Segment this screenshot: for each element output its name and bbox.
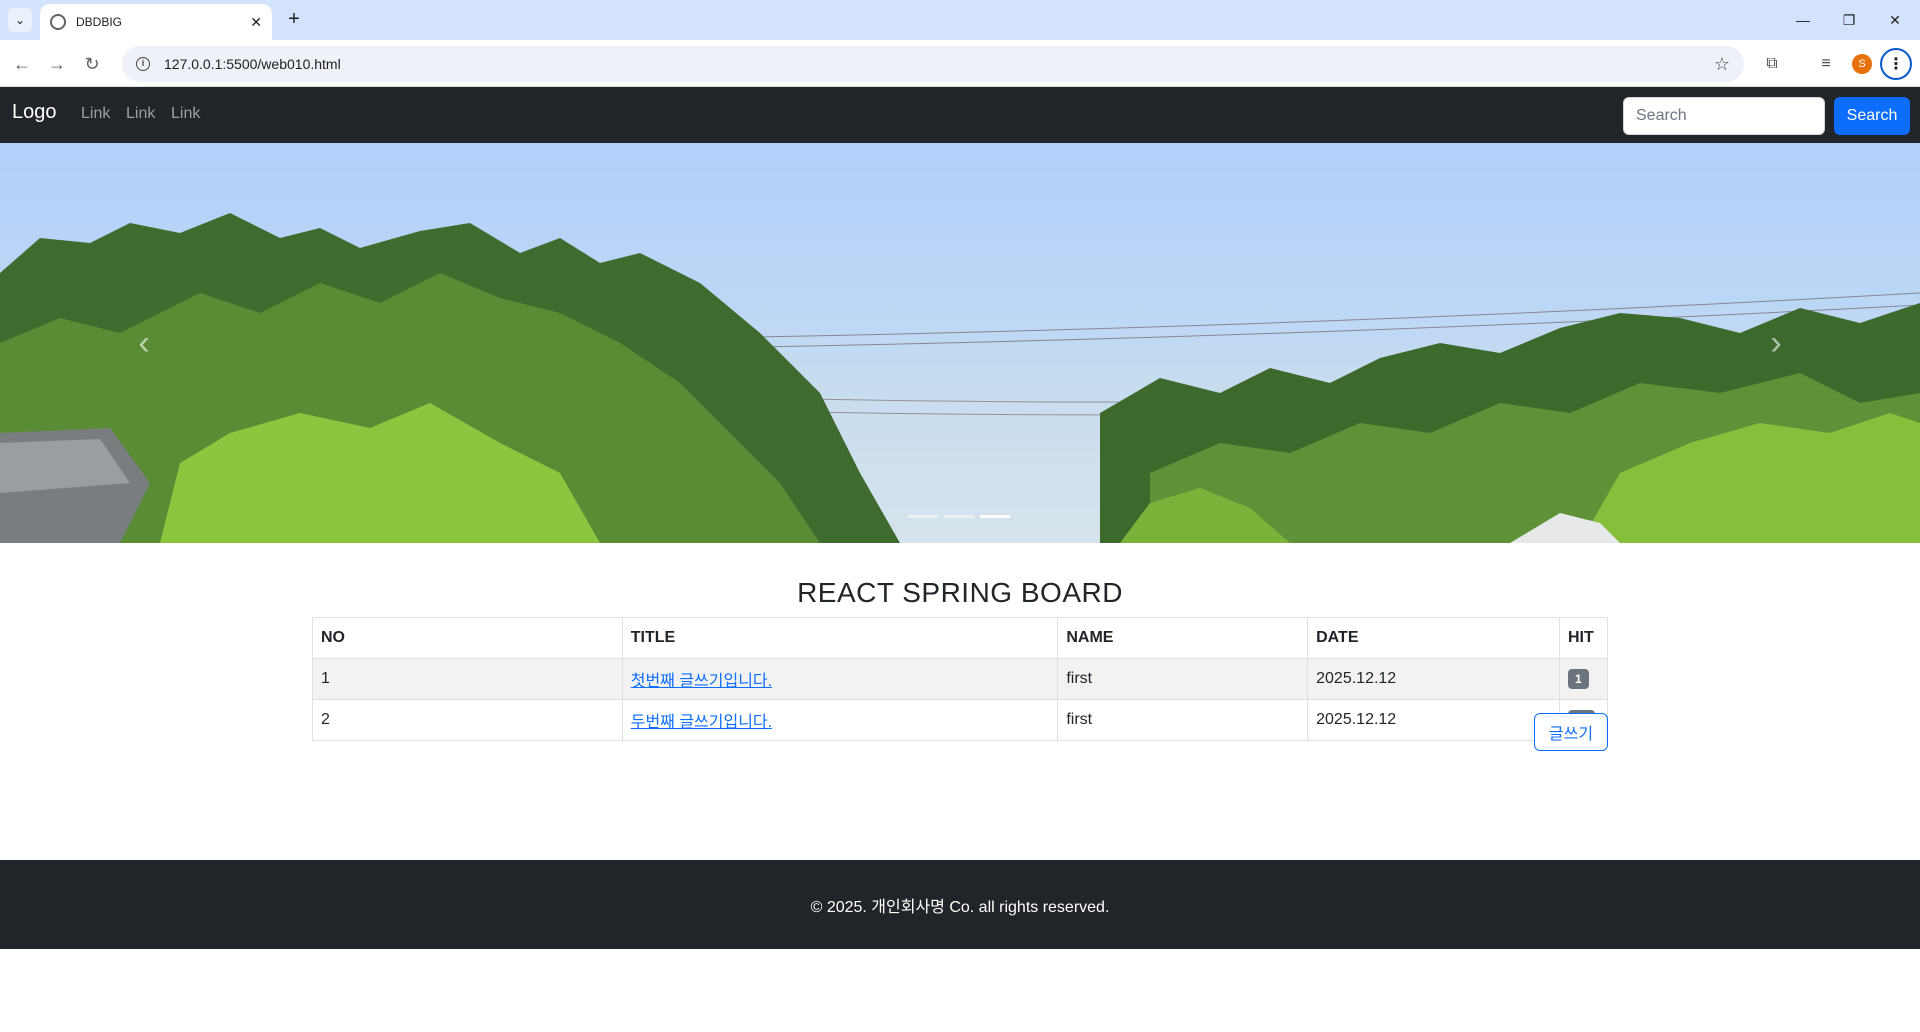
media-icon[interactable]: ≡ <box>1812 50 1840 78</box>
cell-no: 2 <box>312 699 623 741</box>
site-info-icon[interactable]: i <box>136 57 150 71</box>
window-close-button[interactable]: ✕ <box>1872 0 1918 40</box>
address-bar[interactable]: i 127.0.0.1:5500/web010.html ☆ <box>122 46 1744 82</box>
nav-link-3[interactable]: Link <box>171 105 200 123</box>
tab-search-icon[interactable]: ⌄ <box>8 8 32 32</box>
carousel-slide-image <box>0 213 1920 543</box>
minimize-button[interactable]: — <box>1780 0 1826 40</box>
column-header-date: DATE <box>1307 617 1560 659</box>
extensions-icon[interactable]: ⧉ <box>1758 50 1786 78</box>
carousel-prev-icon[interactable]: ‹ <box>124 318 164 368</box>
search-button[interactable]: Search <box>1834 97 1910 135</box>
back-icon[interactable]: ← <box>8 50 36 78</box>
new-tab-button[interactable]: + <box>282 8 306 32</box>
tab-close-icon[interactable]: ✕ <box>250 14 262 31</box>
nav-link-1[interactable]: Link <box>81 105 110 123</box>
carousel-indicators <box>908 515 1010 518</box>
board-table: NO TITLE NAME DATE HIT 1 첫번째 글쓰기입니다. fir… <box>312 617 1609 741</box>
post-title-link[interactable]: 첫번째 글쓰기입니다. <box>631 673 772 690</box>
carousel-indicator-2[interactable] <box>944 515 974 518</box>
column-header-hit: HIT <box>1558 617 1609 659</box>
tab-title: DBDBIG <box>76 15 123 29</box>
reload-icon[interactable]: ↻ <box>78 50 106 78</box>
write-button[interactable]: 글쓰기 <box>1534 713 1608 751</box>
carousel-next-icon[interactable]: › <box>1756 318 1796 368</box>
carousel-indicator-1[interactable] <box>908 515 938 518</box>
table-header-row: NO TITLE NAME DATE HIT <box>312 617 1609 659</box>
cell-date: 2025.12.12 <box>1307 658 1560 700</box>
cell-date: 2025.12.12 <box>1307 699 1560 741</box>
browser-tab[interactable]: DBDBIG ✕ <box>40 4 272 40</box>
image-carousel: ‹ › <box>0 143 1920 543</box>
table-row: 1 첫번째 글쓰기입니다. first 2025.12.12 1 <box>312 658 1609 700</box>
bookmark-star-icon[interactable]: ☆ <box>1714 54 1730 75</box>
navbar-brand[interactable]: Logo <box>12 101 57 124</box>
cell-hit: 1 <box>1558 658 1609 700</box>
browser-toolbar: ← → ↻ i 127.0.0.1:5500/web010.html ☆ ⧉ ≡… <box>0 40 1920 87</box>
carousel-indicator-3[interactable] <box>980 515 1010 518</box>
cell-title: 두번째 글쓰기입니다. <box>621 699 1059 741</box>
hit-badge: 1 <box>1567 669 1589 689</box>
column-header-no: NO <box>312 617 623 659</box>
footer-copyright: © 2025. 개인회사명 Co. all rights reserved. <box>810 898 1110 916</box>
browser-tab-strip: ⌄ DBDBIG ✕ + — ❐ ✕ <box>0 0 1920 40</box>
profile-avatar[interactable]: S <box>1852 54 1872 74</box>
post-title-link[interactable]: 두번째 글쓰기입니다. <box>631 714 772 731</box>
cell-title: 첫번째 글쓰기입니다. <box>621 658 1059 700</box>
table-row: 2 두번째 글쓰기입니다. first 2025.12.12 11 <box>312 699 1609 741</box>
restore-button[interactable]: ❐ <box>1826 0 1872 40</box>
board-section: REACT SPRING BOARD NO TITLE NAME DATE HI… <box>312 573 1609 751</box>
cell-name: first <box>1057 699 1309 741</box>
nav-link-2[interactable]: Link <box>126 105 155 123</box>
url-text[interactable]: 127.0.0.1:5500/web010.html <box>164 56 1714 72</box>
column-header-name: NAME <box>1057 617 1309 659</box>
cell-no: 1 <box>312 658 623 700</box>
column-header-title: TITLE <box>621 617 1059 659</box>
top-navbar: Logo Link Link Link Search <box>0 87 1920 143</box>
search-input[interactable] <box>1623 97 1825 135</box>
menu-icon[interactable]: ⋮ <box>1880 48 1912 80</box>
page-viewport: Logo Link Link Link Search Search ‹ › RE… <box>0 87 1920 1032</box>
globe-icon <box>50 14 66 30</box>
page-footer: © 2025. 개인회사명 Co. all rights reserved. <box>0 860 1920 949</box>
board-title: REACT SPRING BOARD <box>797 577 1123 608</box>
forward-icon[interactable]: → <box>43 50 71 78</box>
cell-name: first <box>1057 658 1309 700</box>
